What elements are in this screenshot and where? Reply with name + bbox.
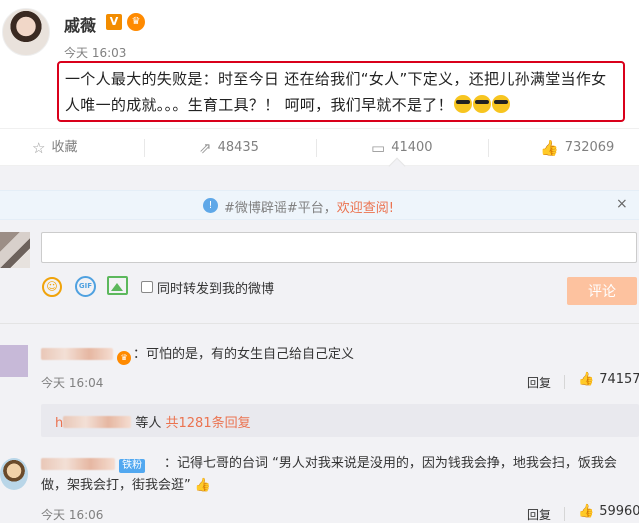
author-name[interactable]: 戚薇 bbox=[64, 12, 96, 36]
info-icon: ! bbox=[203, 198, 218, 213]
subreplies-count-link[interactable]: 共1281条回复 bbox=[166, 416, 251, 431]
comment-text: ：记得七哥的台词 “男人对我来说是没用的，因为钱我会挣，地我会扫，饭我会做，架我… bbox=[41, 456, 617, 493]
member-crown-icon: ♛ bbox=[127, 13, 145, 31]
comment-icon: ▭ bbox=[371, 139, 386, 157]
comment-action-divider bbox=[564, 375, 565, 389]
notice-text: #微博辟谣#平台，欢迎查阅! bbox=[224, 201, 395, 216]
comment-time[interactable]: 今天 16:04 bbox=[41, 374, 103, 391]
comment-text: ：可怕的是，有的女生自己给自己定义 bbox=[133, 347, 355, 362]
post-content-highlight: 一个人最大的失败是：时至今日 还在给我们“女人”下定义，还把儿孙满堂当作女人唯一… bbox=[57, 61, 625, 122]
favorite-label: 收藏 bbox=[51, 140, 78, 155]
repost-checkbox-label[interactable]: 同时转发到我的微博 bbox=[157, 278, 274, 297]
comment-time[interactable]: 今天 16:06 bbox=[41, 506, 103, 523]
weibo-post: 戚薇 V ♛ 今天 16:03 一个人最大的失败是：时至今日 还在给我们“女人”… bbox=[0, 0, 639, 128]
favorite-button[interactable]: ☆ 收藏 bbox=[32, 129, 77, 167]
post-action-bar: ☆ 收藏 ⇗ 48435 ▭ 41400 👍 732069 bbox=[0, 128, 639, 166]
reply-button[interactable]: 回复 bbox=[527, 374, 551, 391]
emoji-picker-icon[interactable]: ☺ bbox=[42, 277, 62, 297]
like-button[interactable]: 👍 732069 bbox=[540, 129, 614, 167]
subreplies-summary[interactable]: h 等人 共1281条回复 bbox=[41, 404, 639, 437]
like-count: 732069 bbox=[564, 140, 615, 155]
post-content: 一个人最大的失败是：时至今日 还在给我们“女人”下定义，还把儿孙满堂当作女人唯一… bbox=[65, 70, 607, 114]
verified-badge-icon: V bbox=[106, 14, 122, 30]
cool-sunglasses-emoji-icon bbox=[453, 95, 472, 113]
thumbs-up-icon: 👍 bbox=[578, 504, 595, 519]
member-crown-icon: ♛ bbox=[117, 351, 132, 365]
notice-link[interactable]: 欢迎查阅! bbox=[337, 201, 394, 216]
commenter-avatar[interactable] bbox=[0, 345, 28, 377]
action-divider bbox=[488, 139, 489, 157]
repost-count: 48435 bbox=[217, 140, 259, 155]
author-avatar[interactable] bbox=[2, 8, 50, 56]
commenter-name[interactable]: ♛ bbox=[41, 348, 132, 365]
action-divider bbox=[316, 139, 317, 157]
repost-button[interactable]: ⇗ 48435 bbox=[199, 129, 259, 167]
star-icon: ☆ bbox=[32, 139, 46, 157]
comment-like-count: 74157 bbox=[599, 372, 639, 387]
comment-like-count: 59960 bbox=[599, 504, 639, 519]
current-user-avatar bbox=[0, 232, 30, 268]
reply-button[interactable]: 回复 bbox=[527, 506, 551, 523]
close-icon[interactable]: × bbox=[616, 196, 628, 212]
action-divider bbox=[144, 139, 145, 157]
comment-action-divider bbox=[564, 507, 565, 521]
cool-sunglasses-emoji-icon bbox=[472, 95, 491, 113]
blurred-username bbox=[63, 416, 132, 428]
comment-like-button[interactable]: 👍 74157 bbox=[578, 372, 639, 387]
repost-checkbox[interactable] bbox=[141, 281, 153, 293]
blurred-username bbox=[41, 348, 113, 360]
post-time[interactable]: 今天 16:03 bbox=[64, 44, 126, 61]
commenter-avatar[interactable] bbox=[0, 458, 28, 490]
submit-comment-button[interactable]: 评论 bbox=[567, 277, 637, 305]
rumor-notice-bar: ! #微博辟谣#平台，欢迎查阅! × bbox=[0, 190, 639, 220]
thumbs-up-icon: 👍 bbox=[578, 372, 595, 387]
subreplies-text: h 等人 共1281条回复 bbox=[55, 416, 251, 431]
comment-like-button[interactable]: 👍 59960 bbox=[578, 504, 639, 519]
image-upload-icon[interactable] bbox=[107, 276, 128, 295]
thumbs-up-icon: 👍 bbox=[540, 139, 559, 157]
comment-input[interactable] bbox=[41, 232, 637, 263]
composer-divider bbox=[0, 323, 639, 324]
repost-icon: ⇗ bbox=[199, 139, 212, 157]
gif-icon[interactable]: GIF bbox=[75, 276, 96, 297]
cool-sunglasses-emoji-icon bbox=[491, 95, 510, 113]
